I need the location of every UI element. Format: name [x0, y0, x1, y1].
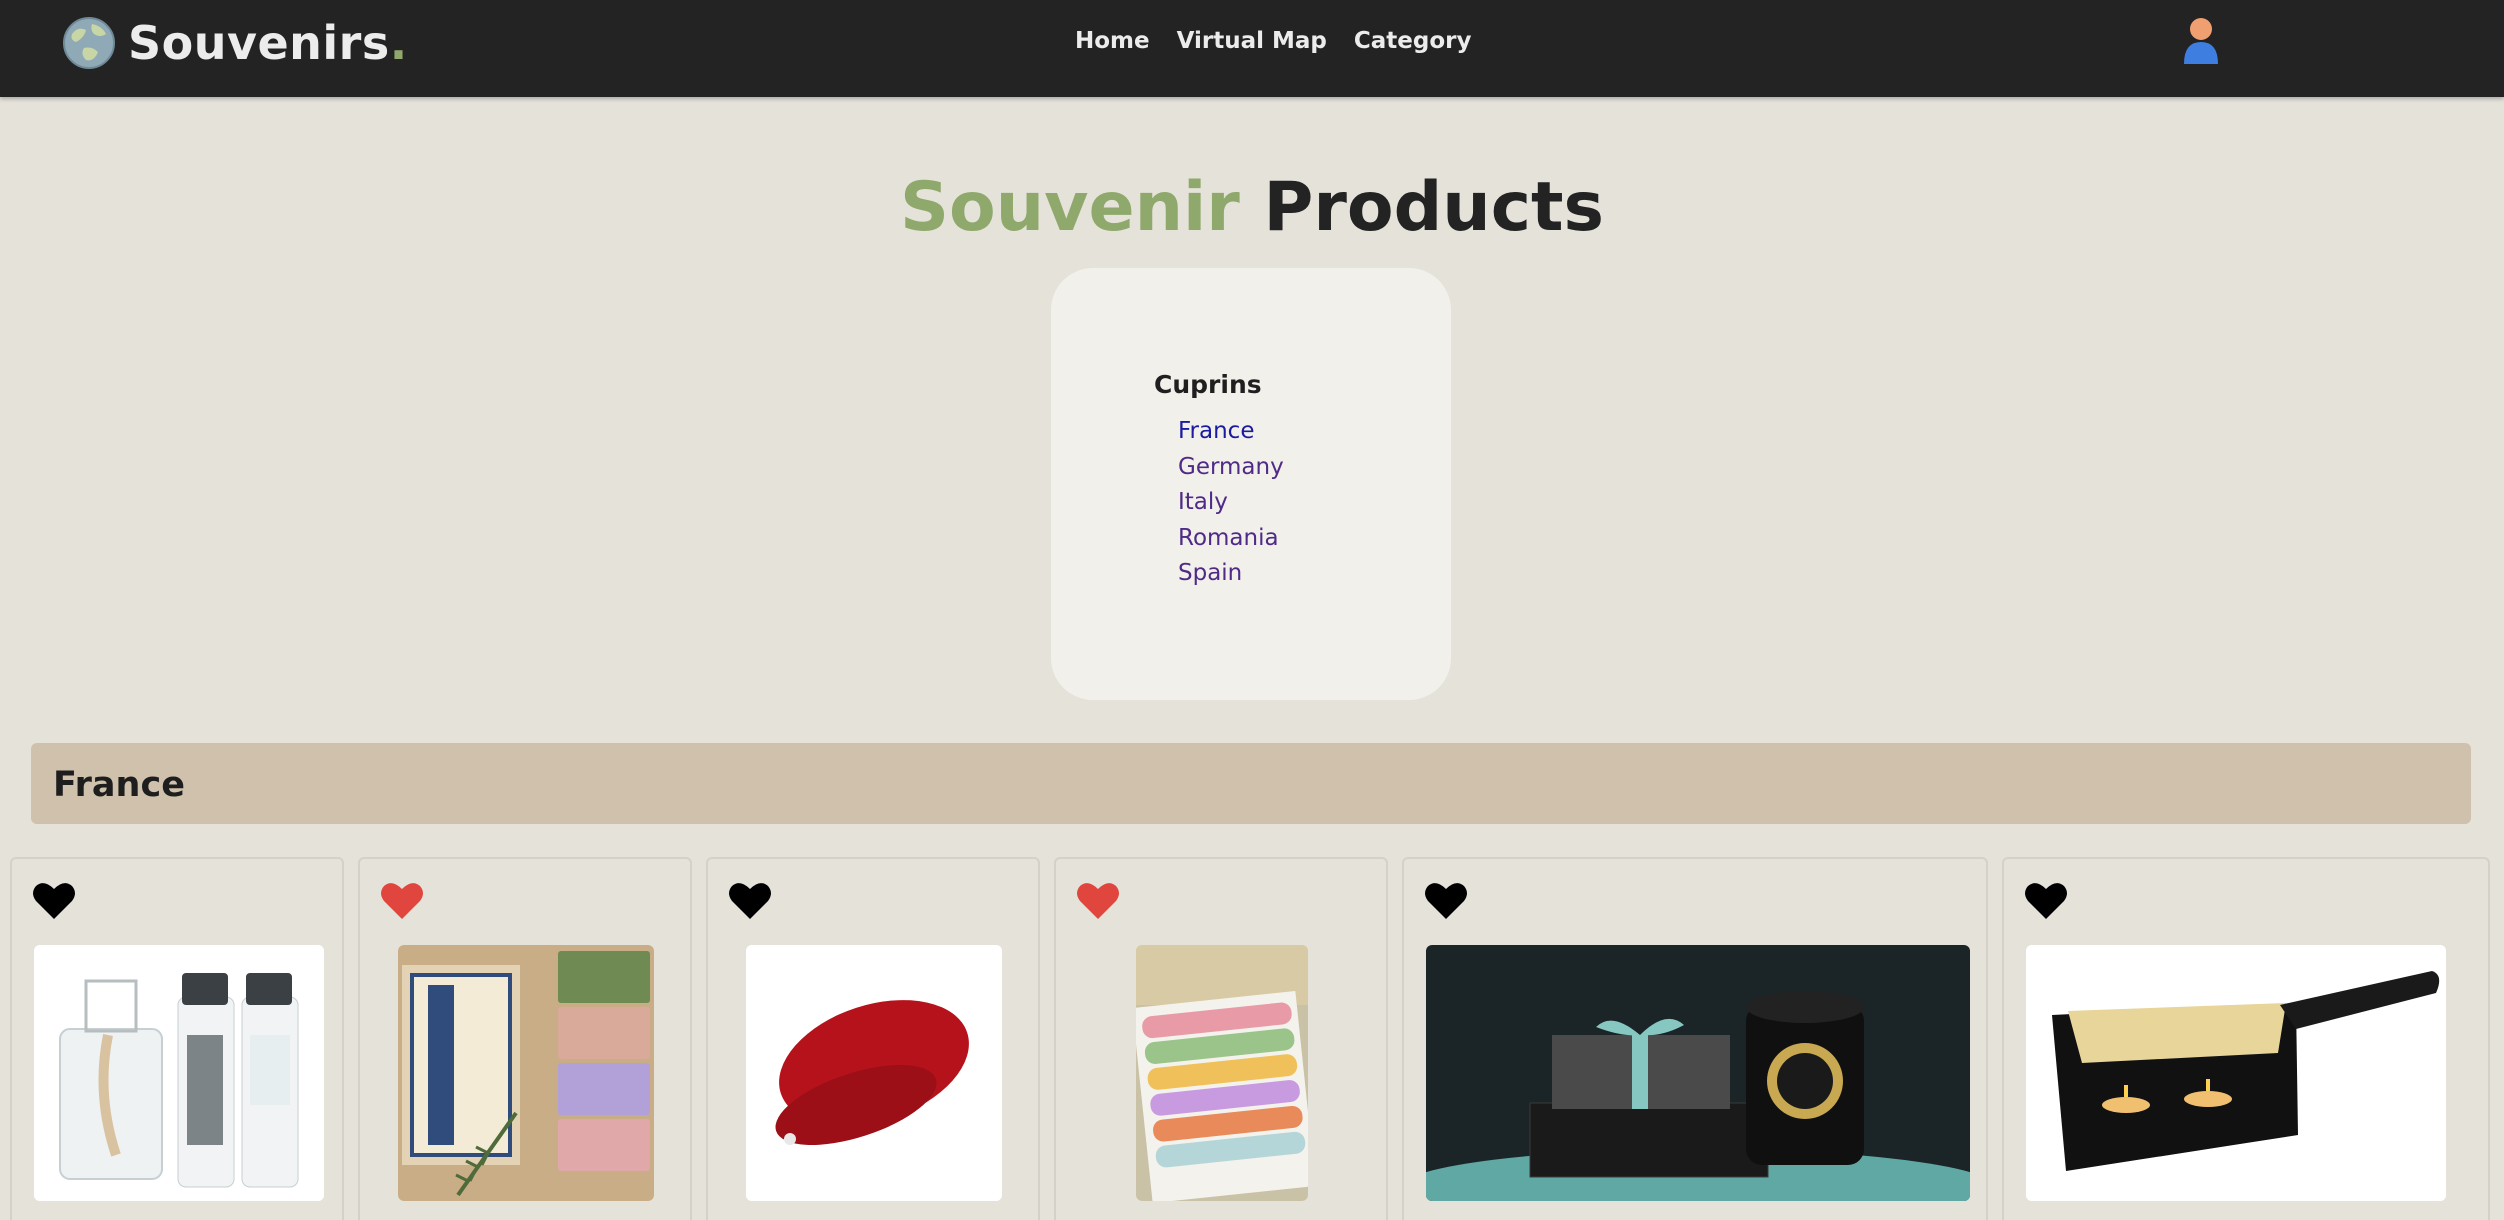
macarons-image: [1136, 945, 1308, 1201]
product-image[interactable]: [1426, 945, 1970, 1201]
title-rest: Products: [1263, 168, 1604, 247]
product-image[interactable]: [1136, 945, 1308, 1201]
page-title: Souvenir Products: [0, 168, 2504, 247]
product-card[interactable]: [1402, 857, 1988, 1220]
navbar: Souvenirs. Home Virtual Map Category: [0, 0, 2504, 97]
product-card[interactable]: [358, 857, 692, 1220]
product-card[interactable]: [2002, 857, 2490, 1220]
country-link-romania[interactable]: Romania: [1178, 525, 1279, 551]
list-item: Romania: [1178, 525, 1284, 561]
country-index-panel: Cuprins France Germany Italy Romania Spa…: [1051, 268, 1451, 700]
nav-virtual-map-link[interactable]: Virtual Map: [1177, 28, 1327, 54]
heart-icon[interactable]: [380, 881, 424, 921]
tea-gift-image: [1426, 945, 1970, 1201]
title-accent: Souvenir: [900, 168, 1240, 247]
product-image[interactable]: [34, 945, 324, 1201]
lampe-berger-image: [34, 945, 324, 1201]
heart-icon[interactable]: [1076, 881, 1120, 921]
heart-icon[interactable]: [728, 881, 772, 921]
brand-dot: .: [389, 16, 408, 70]
heart-icon[interactable]: [2024, 881, 2068, 921]
nav-home-link[interactable]: Home: [1075, 28, 1150, 54]
nav-links: Home Virtual Map Category: [1075, 28, 1499, 54]
soaps-image: [398, 945, 654, 1201]
product-image[interactable]: [746, 945, 1002, 1201]
product-card[interactable]: [10, 857, 344, 1220]
country-index-heading: Cuprins: [1154, 370, 1262, 399]
country-list: France Germany Italy Romania Spain: [1178, 418, 1284, 596]
country-link-italy[interactable]: Italy: [1178, 489, 1228, 515]
heart-icon[interactable]: [32, 881, 76, 921]
nav-category-link[interactable]: Category: [1354, 28, 1472, 54]
product-card[interactable]: [1054, 857, 1388, 1220]
list-item: France: [1178, 418, 1284, 454]
country-section-header: France: [31, 743, 2471, 824]
section-title: France: [53, 765, 185, 805]
red-beret-image: [746, 945, 1002, 1201]
product-card[interactable]: [706, 857, 1040, 1220]
country-link-germany[interactable]: Germany: [1178, 454, 1284, 480]
globe-icon: [63, 17, 115, 69]
product-image[interactable]: [398, 945, 654, 1201]
brand-logo[interactable]: Souvenirs.: [62, 16, 408, 70]
heart-icon[interactable]: [1424, 881, 1468, 921]
country-link-spain[interactable]: Spain: [1178, 560, 1242, 586]
raclette-pan-image: [2026, 945, 2446, 1201]
user-account-icon[interactable]: [2180, 16, 2222, 66]
list-item: Italy: [1178, 489, 1284, 525]
country-link-france[interactable]: France: [1178, 418, 1254, 444]
list-item: Germany: [1178, 454, 1284, 490]
brand-name: Souvenirs.: [128, 16, 408, 70]
product-image[interactable]: [2026, 945, 2446, 1201]
list-item: Spain: [1178, 560, 1284, 596]
